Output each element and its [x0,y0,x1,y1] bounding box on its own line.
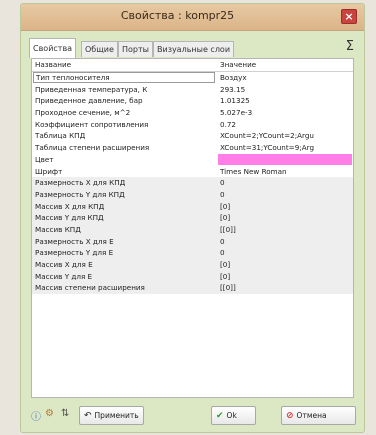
apply-icon: ↶ [84,411,92,421]
apply-button-label: Применить [94,411,139,420]
close-button[interactable]: × [341,9,357,24]
property-value[interactable]: 0 [220,248,352,257]
property-name: Приведенное давление, бар [35,96,143,106]
property-name: Массив Y для Е [35,271,93,281]
property-value[interactable]: 0 [220,178,352,187]
table-row[interactable]: Массив степени расширения [[0]] [32,282,353,295]
property-name: Размерность X для Е [35,236,114,246]
property-value[interactable]: [0] [220,272,352,281]
window-title: Свойства : kompr25 [120,9,235,22]
table-row[interactable]: Цвет [32,153,353,166]
table-row[interactable]: Массив Y для Е [0] [32,270,353,283]
table-row[interactable]: Таблица степени расширения XCount=31;YCou… [32,142,353,154]
property-grid: Название Значение Тип теплоносителя Возду… [31,58,354,398]
property-name: Проходное сечение, м^2 [35,108,131,118]
table-row[interactable]: Приведенная температура, К 293.15 [32,84,353,96]
settings-icon[interactable]: ⚙ [45,408,54,419]
cancel-button-label: Отмена [296,411,327,420]
dialog-footer: ⓘ ⚙ ⇅ ↶ Применить ✔ Ok ⊘ Отмена [29,404,356,426]
property-name: Массив степени расширения [35,283,145,293]
ok-button[interactable]: ✔ Ok [211,406,256,425]
property-value[interactable]: XCount=31;YCount=9;Arg [220,143,352,152]
table-row[interactable]: Размерность Y для Е 0 [32,247,353,259]
property-value[interactable]: 0 [220,237,352,246]
table-row[interactable]: Шрифт Times New Roman [32,166,353,178]
cancel-button[interactable]: ⊘ Отмена [281,406,356,425]
property-name: Коэффициент сопротивления [35,119,149,129]
property-value[interactable]: [0] [220,202,352,211]
table-row[interactable]: Размерность X для Е 0 [32,235,353,248]
property-name: Размерность Y для КПД [35,189,125,199]
cancel-icon: ⊘ [286,411,294,421]
property-name: Массив КПД [35,224,81,234]
property-name: Массив X для КПД [35,201,105,211]
property-name: Таблица степени расширения [35,143,150,153]
grid-header: Название Значение [32,59,353,72]
table-row[interactable]: Размерность Y для КПД 0 [32,188,353,201]
tab-bar: Свойства Общие Порты Визуальные слои Σ [29,38,356,58]
property-name: Шрифт [35,166,63,176]
property-value[interactable]: 1.01325 [220,96,352,105]
table-row[interactable]: Приведенное давление, бар 1.01325 [32,95,353,107]
property-value[interactable]: [0] [220,213,352,222]
property-value[interactable]: [0] [220,260,352,269]
property-name: Размерность X для КПД [35,178,126,188]
property-name: Приведенная температура, К [35,84,148,94]
property-name: Массив Y для КПД [35,213,104,223]
table-row[interactable]: Размерность X для КПД 0 [32,177,353,189]
column-header-value[interactable]: Значение [220,60,352,69]
help-icon[interactable]: ⓘ [31,408,41,423]
property-value[interactable]: Times New Roman [220,167,352,176]
table-row[interactable]: Массив X для Е [0] [32,259,353,271]
property-value[interactable]: 5.027e-3 [220,108,352,117]
property-name: Массив X для Е [35,260,93,269]
sort-icon[interactable]: ⇅ [61,408,69,419]
table-row[interactable]: Массив Y для КПД [0] [32,212,353,224]
column-header-name[interactable]: Название [35,60,215,69]
title-bar[interactable]: Свойства : kompr25 × [21,4,364,31]
property-value[interactable]: [[0]] [220,225,352,234]
property-value[interactable]: 0.72 [220,120,352,129]
table-row[interactable]: Коэффициент сопротивления 0.72 [32,119,353,131]
check-icon: ✔ [216,411,224,421]
table-row[interactable]: Массив X для КПД [0] [32,200,353,213]
property-value[interactable]: [[0]] [220,283,352,292]
property-name: Тип теплоносителя [33,72,215,83]
property-value[interactable]: Воздух [220,73,352,82]
tab-properties[interactable]: Свойства [29,38,77,58]
property-value[interactable]: 293.15 [220,85,352,94]
property-value[interactable]: 0 [220,190,352,199]
property-name: Таблица КПД [35,131,86,141]
property-value[interactable]: XCount=2;YCount=2;Argu [220,131,352,140]
property-name: Цвет [35,154,54,164]
tab-general[interactable]: Общие [81,41,118,57]
tab-ports[interactable]: Порты [118,41,153,57]
table-row[interactable]: Проходное сечение, м^2 5.027e-3 [32,107,353,119]
apply-button[interactable]: ↶ Применить [79,406,144,425]
tab-visual-layers[interactable]: Визуальные слои [153,41,235,57]
table-row[interactable]: Массив КПД [[0]] [32,223,353,236]
sigma-icon[interactable]: Σ [346,39,354,54]
ok-button-label: Ok [226,411,237,420]
properties-dialog: Свойства : kompr25 × Свойства Общие Порт… [20,3,365,433]
table-row[interactable]: Таблица КПД XCount=2;YCount=2;Argu [32,130,353,142]
property-name: Размерность Y для Е [35,248,114,258]
color-swatch[interactable] [218,153,352,165]
table-row[interactable]: Тип теплоносителя Воздух [32,72,353,84]
